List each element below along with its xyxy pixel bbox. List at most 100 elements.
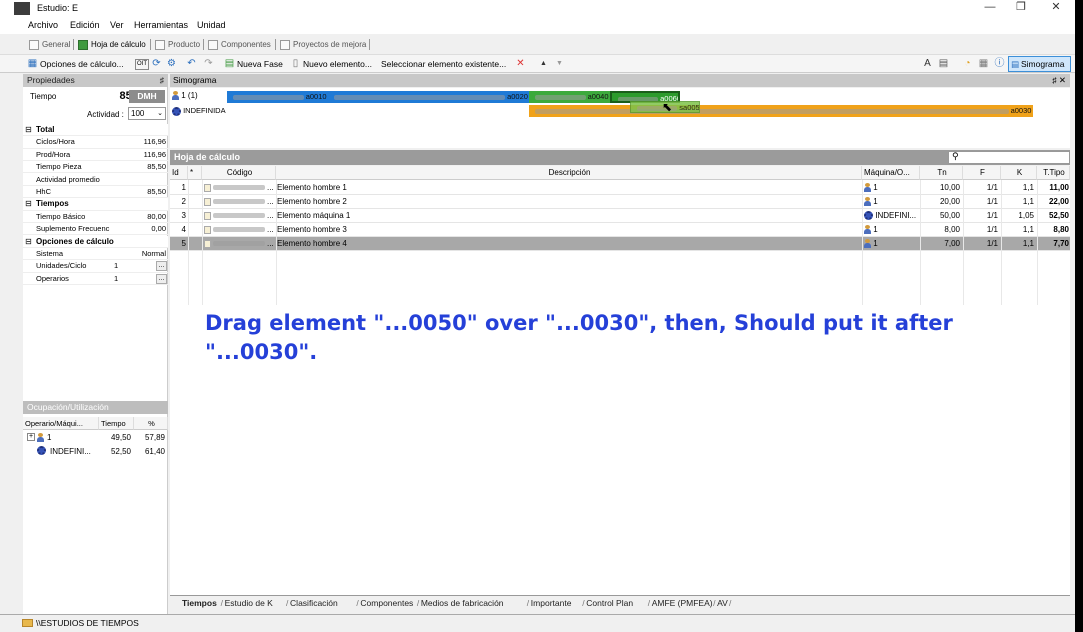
property-row[interactable]: Suplemento Frecuenc 0,00 <box>23 223 168 236</box>
move-down-icon[interactable]: ▼ <box>554 58 565 70</box>
cell-f: 1/1 <box>986 183 998 192</box>
close-button[interactable]: ✕ <box>1041 0 1071 17</box>
bottom-tab[interactable]: AV <box>717 597 728 609</box>
property-label: Tiempo Básico <box>36 211 86 221</box>
collapse-icon[interactable]: ⊟ <box>25 236 32 248</box>
property-section[interactable]: ⊟ Total <box>23 124 168 137</box>
simograma-bar[interactable]: a0030 <box>529 105 1033 117</box>
tab-separator <box>203 39 204 50</box>
tab-hoja-de-calculo[interactable]: Hoja de cálculo <box>77 38 146 52</box>
col-maquina[interactable]: Máquina/O... <box>862 166 920 180</box>
settings-icon[interactable]: ⚙ <box>166 58 177 70</box>
table-row[interactable]: 4... Elemento hombre 3 1 8,00 1/1 1,1 8,80 <box>170 223 1070 237</box>
property-row[interactable]: Unidades/Ciclo 1... <box>23 260 168 273</box>
property-row[interactable]: Ciclos/Hora 116,96 <box>23 136 168 149</box>
section-title: Total <box>36 125 55 134</box>
col-descripcion[interactable]: Descripción <box>276 166 862 180</box>
cell-f: 1/1 <box>986 197 998 206</box>
bottom-tab[interactable]: Tiempos <box>182 597 217 609</box>
property-section[interactable]: ⊟ Opciones de cálculo <box>23 235 168 248</box>
occupation-row[interactable]: INDEFINI... 52,50 61,40 <box>23 446 168 459</box>
col-star[interactable]: * <box>188 166 202 180</box>
minimize-button[interactable]: — <box>975 0 1005 17</box>
simograma-toggle-button[interactable]: ▤ Simograma <box>1008 56 1071 72</box>
bottom-tab[interactable]: Importante <box>531 597 572 609</box>
col-k[interactable]: K <box>1001 166 1037 180</box>
redo-icon[interactable]: ↷ <box>203 58 214 70</box>
person-icon <box>864 239 871 249</box>
col-codigo[interactable]: Código <box>202 166 276 180</box>
table-row[interactable]: 1... Elemento hombre 1 1 10,00 1/1 1,1 11,00 <box>170 181 1070 195</box>
bottom-tab[interactable]: AMFE (PMFEA) <box>652 597 713 609</box>
opciones-de-calculo-button[interactable]: Opciones de cálculo... <box>40 58 124 70</box>
ellipsis-button[interactable]: ... <box>156 273 167 284</box>
col-ttipo[interactable]: T.Tipo <box>1037 166 1070 180</box>
simograma-bar[interactable]: a0020 <box>327 91 530 103</box>
tab-general[interactable]: General <box>28 38 70 52</box>
folder-icon <box>22 619 33 627</box>
export-icon[interactable]: ▦ <box>978 58 989 70</box>
move-up-icon[interactable]: ▲ <box>538 58 549 70</box>
unit-badge[interactable]: DMH <box>129 90 165 103</box>
seleccionar-elemento-button[interactable]: Seleccionar elemento existente... <box>381 58 506 70</box>
nuevo-elemento-button[interactable]: Nuevo elemento... <box>303 58 372 70</box>
refresh-icon[interactable]: ⟳ <box>151 58 162 70</box>
actividad-select[interactable]: 100 ⌄ <box>128 107 166 120</box>
property-row[interactable]: HhC 85,50 <box>23 186 168 199</box>
tab-producto[interactable]: Producto <box>154 38 200 52</box>
ellipsis-button[interactable]: ... <box>156 261 167 272</box>
collapse-icon[interactable]: ⊟ <box>25 198 32 210</box>
property-row[interactable]: Operarios 1... <box>23 273 168 286</box>
property-section[interactable]: ⊟ Tiempos <box>23 198 168 211</box>
occupation-name: 1 <box>47 433 52 442</box>
property-row[interactable]: Sistema Normal <box>23 248 168 261</box>
col-id[interactable]: Id <box>170 166 188 180</box>
ot-button[interactable]: OIT <box>135 59 149 70</box>
property-row[interactable]: Prod/Hora 116,96 <box>23 149 168 162</box>
tab-componentes[interactable]: Componentes <box>207 38 271 52</box>
bottom-tab[interactable]: Control Plan <box>586 597 633 609</box>
property-row[interactable]: Tiempo Pieza 85,50 <box>23 161 168 174</box>
col-tn[interactable]: Tn <box>920 166 963 180</box>
expand-icon[interactable]: + <box>27 433 35 441</box>
col-tiempo[interactable]: Tiempo <box>99 417 134 430</box>
font-size-icon[interactable]: A <box>922 58 933 70</box>
undo-icon[interactable]: ↶ <box>186 58 197 70</box>
menu-edicion[interactable]: Edición <box>70 20 100 30</box>
col-operario[interactable]: Operario/Máqui... <box>23 417 99 430</box>
col-f[interactable]: F <box>963 166 1001 180</box>
search-input[interactable]: ⚲ <box>948 151 1070 164</box>
nueva-fase-button[interactable]: Nueva Fase <box>237 58 283 70</box>
menu-archivo[interactable]: Archivo <box>28 20 58 30</box>
info-icon[interactable]: ⓘ <box>994 58 1005 70</box>
tab-proyectos-de-mejora[interactable]: Proyectos de mejora <box>279 38 366 52</box>
maximize-button[interactable]: ❐ <box>1006 0 1036 17</box>
simograma-bar[interactable]: a0040 <box>529 91 610 103</box>
bottom-tab[interactable]: Clasificación <box>290 597 338 609</box>
property-row[interactable]: Actividad promedio <box>23 174 168 186</box>
redacted-code <box>213 185 265 191</box>
tab-separator <box>150 39 151 50</box>
simograma-bar[interactable]: a0010 <box>227 91 328 103</box>
menu-herramientas[interactable]: Herramientas <box>134 20 188 30</box>
bottom-tab[interactable]: Medios de fabricación <box>421 597 504 609</box>
lane-label-maquina[interactable]: INDEFINIDA <box>172 106 226 116</box>
bottom-tab[interactable]: Componentes <box>360 597 413 609</box>
lane-label-operario[interactable]: 1 (1) <box>172 91 198 101</box>
pin-icon[interactable]: ♯ <box>160 74 164 87</box>
col-pct[interactable]: % <box>134 417 168 430</box>
table-row[interactable]: 3... Elemento máquina 1 INDEFINI... 50,00 1… <box>170 209 1070 223</box>
property-row[interactable]: Tiempo Básico 80,00 <box>23 211 168 224</box>
report-icon[interactable]: ▤ <box>938 58 949 70</box>
menu-unidad[interactable]: Unidad <box>197 20 226 30</box>
table-row[interactable]: 2... Elemento hombre 2 1 20,00 1/1 1,1 22,00 <box>170 195 1070 209</box>
bottom-tab[interactable]: Estudio de K <box>225 597 273 609</box>
simograma-pin-close[interactable]: ♯ ✕ <box>1052 74 1066 87</box>
cell-id: 2 <box>181 197 186 206</box>
delete-icon[interactable]: ✕ <box>515 58 526 70</box>
table-row[interactable]: 5... Elemento hombre 4 1 7,00 1/1 1,1 7,70 <box>170 237 1070 251</box>
occupation-row[interactable]: + 1 49,50 57,89 <box>23 432 168 445</box>
collapse-icon[interactable]: ⊟ <box>25 124 32 136</box>
chart-icon[interactable]: ◔ <box>962 58 973 70</box>
menu-ver[interactable]: Ver <box>110 20 124 30</box>
